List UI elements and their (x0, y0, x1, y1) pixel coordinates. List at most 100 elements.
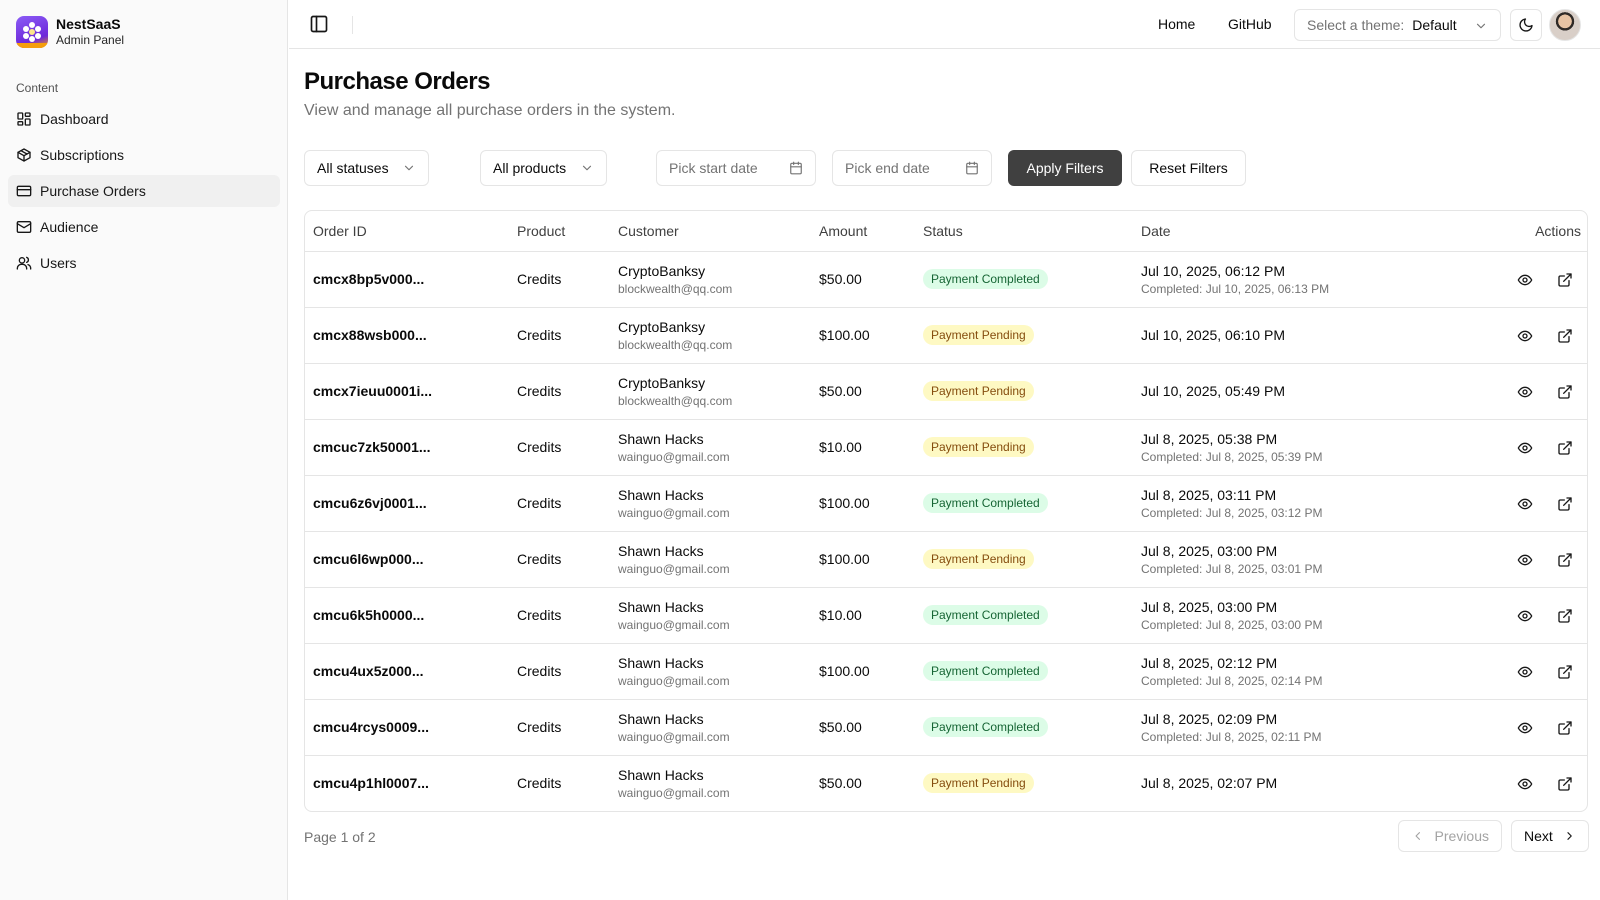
customer-email: wainguo@gmail.com (618, 786, 803, 800)
table-row[interactable]: cmcu4rcys0009...CreditsShawn Hackswaingu… (305, 699, 1588, 755)
completed-date: Completed: Jul 8, 2025, 02:14 PM (1141, 674, 1425, 688)
table-row[interactable]: cmcu6l6wp000...CreditsShawn Hackswainguo… (305, 531, 1588, 587)
external-link-icon[interactable] (1557, 328, 1573, 344)
table-row[interactable]: cmcx7ieuu0001i...CreditsCryptoBanksybloc… (305, 363, 1588, 419)
next-label: Next (1524, 828, 1553, 844)
sidebar-item-dashboard[interactable]: Dashboard (8, 103, 280, 135)
view-eye-icon[interactable] (1517, 328, 1533, 344)
order-date: Jul 10, 2025, 06:12 PM (1141, 263, 1425, 279)
table-row[interactable]: cmcuc7zk50001...CreditsShawn Hackswaingu… (305, 419, 1588, 475)
external-link-icon[interactable] (1557, 384, 1573, 400)
order-id: cmcu4p1hl0007... (313, 775, 501, 791)
view-eye-icon[interactable] (1517, 664, 1533, 680)
view-eye-icon[interactable] (1517, 776, 1533, 792)
view-eye-icon[interactable] (1517, 720, 1533, 736)
product-cell: Credits (509, 531, 610, 587)
status-badge: Payment Completed (923, 661, 1048, 681)
view-eye-icon[interactable] (1517, 496, 1533, 512)
view-eye-icon[interactable] (1517, 384, 1533, 400)
order-id: cmcuc7zk50001... (313, 439, 501, 455)
customer-name: CryptoBanksy (618, 263, 803, 279)
sidebar-item-label: Purchase Orders (40, 183, 146, 199)
order-date: Jul 8, 2025, 02:07 PM (1141, 775, 1425, 791)
order-id: cmcu4ux5z000... (313, 663, 501, 679)
view-eye-icon[interactable] (1517, 552, 1533, 568)
home-link[interactable]: Home (1158, 16, 1195, 32)
column-header[interactable]: Date (1133, 211, 1433, 251)
column-header[interactable]: Amount (811, 211, 915, 251)
top-header: Home GitHub Select a theme: Default (289, 0, 1600, 49)
table-row[interactable]: cmcu4ux5z000...CreditsShawn Hackswainguo… (305, 643, 1588, 699)
sidebar-item-users[interactable]: Users (8, 247, 280, 279)
customer-name: Shawn Hacks (618, 711, 803, 727)
view-eye-icon[interactable] (1517, 440, 1533, 456)
previous-page-button[interactable]: Previous (1398, 820, 1502, 852)
column-header[interactable]: Status (915, 211, 1133, 251)
sidebar-item-label: Subscriptions (40, 147, 124, 163)
product-filter-value: All products (493, 160, 566, 176)
customer-email: wainguo@gmail.com (618, 730, 803, 744)
table-row[interactable]: cmcu6z6vj0001...CreditsShawn Hackswaingu… (305, 475, 1588, 531)
package-icon (16, 147, 32, 163)
start-date-placeholder: Pick start date (669, 160, 758, 176)
dark-mode-toggle-button[interactable] (1510, 9, 1542, 41)
product-filter-select[interactable]: All products (480, 150, 607, 186)
end-date-picker[interactable]: Pick end date (832, 150, 992, 186)
amount-cell: $50.00 (811, 251, 915, 307)
user-avatar[interactable] (1549, 9, 1581, 41)
view-eye-icon[interactable] (1517, 608, 1533, 624)
order-id: cmcu6z6vj0001... (313, 495, 501, 511)
brand[interactable]: NestSaaS Admin Panel (16, 16, 124, 48)
dashboard-icon (16, 111, 32, 127)
theme-select[interactable]: Select a theme: Default (1294, 9, 1501, 41)
sidebar-nav: Dashboard Subscriptions Purchase Orders … (8, 103, 280, 283)
amount-cell: $100.00 (811, 307, 915, 363)
external-link-icon[interactable] (1557, 608, 1573, 624)
status-badge: Payment Completed (923, 717, 1048, 737)
start-date-picker[interactable]: Pick start date (656, 150, 816, 186)
moon-icon (1518, 17, 1534, 33)
pagination-status: Page 1 of 2 (304, 829, 376, 845)
next-page-button[interactable]: Next (1511, 820, 1589, 852)
sidebar-item-purchase-orders[interactable]: Purchase Orders (8, 175, 280, 207)
table-row[interactable]: cmcu4p1hl0007...CreditsShawn Hackswaingu… (305, 755, 1588, 811)
column-header[interactable]: Order ID (305, 211, 509, 251)
status-filter-select[interactable]: All statuses (304, 150, 429, 186)
sidebar-toggle-icon[interactable] (309, 14, 329, 34)
view-eye-icon[interactable] (1517, 272, 1533, 288)
external-link-icon[interactable] (1557, 720, 1573, 736)
external-link-icon[interactable] (1557, 776, 1573, 792)
sidebar-item-audience[interactable]: Audience (8, 211, 280, 243)
order-date: Jul 8, 2025, 03:11 PM (1141, 487, 1425, 503)
order-id: cmcx8bp5v000... (313, 271, 501, 287)
column-header[interactable]: Product (509, 211, 610, 251)
status-filter-value: All statuses (317, 160, 389, 176)
external-link-icon[interactable] (1557, 552, 1573, 568)
external-link-icon[interactable] (1557, 440, 1573, 456)
status-badge: Payment Pending (923, 549, 1034, 569)
chevron-left-icon (1411, 829, 1425, 843)
github-link[interactable]: GitHub (1228, 16, 1272, 32)
status-badge: Payment Pending (923, 381, 1034, 401)
amount-cell: $50.00 (811, 755, 915, 811)
order-date: Jul 8, 2025, 03:00 PM (1141, 599, 1425, 615)
apply-filters-button[interactable]: Apply Filters (1008, 150, 1122, 186)
external-link-icon[interactable] (1557, 272, 1573, 288)
app-name: NestSaaS (56, 16, 124, 33)
completed-date: Completed: Jul 8, 2025, 02:11 PM (1141, 730, 1425, 744)
external-link-icon[interactable] (1557, 496, 1573, 512)
table-row[interactable]: cmcx88wsb000...CreditsCryptoBanksyblockw… (305, 307, 1588, 363)
customer-email: wainguo@gmail.com (618, 618, 803, 632)
external-link-icon[interactable] (1557, 664, 1573, 680)
customer-name: Shawn Hacks (618, 599, 803, 615)
customer-email: wainguo@gmail.com (618, 506, 803, 520)
table-row[interactable]: cmcx8bp5v000...CreditsCryptoBanksyblockw… (305, 251, 1588, 307)
customer-email: wainguo@gmail.com (618, 562, 803, 576)
table-row[interactable]: cmcu6k5h0000...CreditsShawn Hackswainguo… (305, 587, 1588, 643)
sidebar-group-label: Content (16, 81, 58, 95)
order-id: cmcu4rcys0009... (313, 719, 501, 735)
column-header[interactable]: Customer (610, 211, 811, 251)
row-actions (1433, 531, 1588, 587)
sidebar-item-subscriptions[interactable]: Subscriptions (8, 139, 280, 171)
reset-filters-button[interactable]: Reset Filters (1131, 150, 1246, 186)
